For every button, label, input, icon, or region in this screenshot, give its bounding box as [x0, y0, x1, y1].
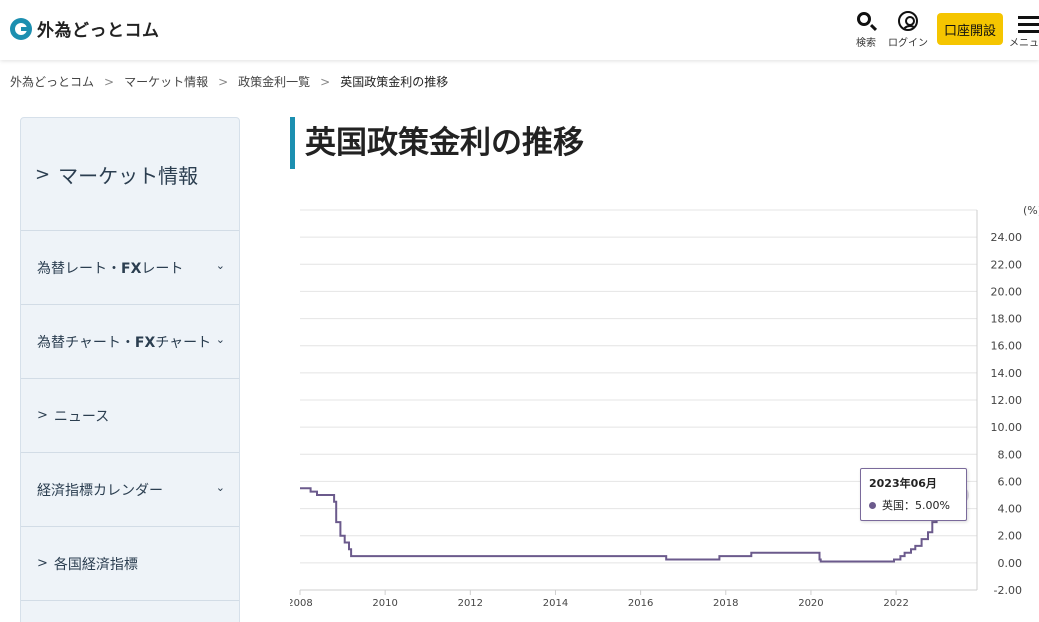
sidebar: > マーケット情報 為替レート・FXレート ⌄ 為替チャート・FXチャート ⌄ …: [20, 117, 240, 622]
y-tick-label: 24.00: [991, 231, 1023, 244]
sidebar-item-economic-indicators[interactable]: > 各国経済指標: [21, 527, 239, 601]
breadcrumb-current: 英国政策金利の推移: [340, 75, 449, 89]
login-button[interactable]: ログイン: [886, 10, 930, 49]
chart-tooltip: 2023年06月 英国：5.00%: [860, 468, 967, 521]
breadcrumb-market-info[interactable]: マーケット情報: [124, 73, 208, 90]
y-tick-label: 0.00: [998, 557, 1023, 570]
y-unit-label: (%): [1023, 204, 1039, 217]
chart-canvas: (%) 24.00 22.00 20.00 18.00 16.00 14.00 12.00 10…: [290, 204, 1039, 609]
chevron-right-icon: >: [37, 408, 48, 423]
sidebar-item-label: 為替チャート・FXチャート: [37, 334, 212, 351]
sidebar-item-fx-charts[interactable]: 為替チャート・FXチャート ⌄: [21, 305, 239, 379]
chevron-right-icon: >: [320, 74, 331, 89]
site-logo[interactable]: 外為どっとコム: [10, 16, 160, 41]
search-button[interactable]: 検索: [852, 10, 880, 49]
breadcrumb-policy-rates[interactable]: 政策金利一覧: [238, 73, 310, 90]
y-tick-label: 20.00: [991, 285, 1023, 298]
sidebar-heading-label: マーケット情報: [58, 163, 199, 188]
y-tick-label: -2.00: [994, 584, 1022, 597]
sidebar-item-fx-rates[interactable]: 為替レート・FXレート ⌄: [21, 231, 239, 305]
y-tick-label: 14.00: [991, 367, 1023, 380]
logo-mark-icon: [10, 17, 32, 40]
chevron-right-icon: >: [35, 163, 51, 185]
tooltip-value: 英国：5.00%: [882, 499, 950, 512]
y-tick-label: 6.00: [998, 475, 1023, 488]
x-tick-label: 2016: [628, 598, 653, 609]
y-tick-label: 18.00: [991, 313, 1023, 326]
y-tick-label: 8.00: [998, 448, 1023, 461]
breadcrumb: 外為どっとコム > マーケット情報 > 政策金利一覧 > 英国政策金利の推移: [10, 73, 448, 90]
x-tick-label: 2012: [458, 598, 483, 609]
x-tick-label: 2022: [883, 598, 908, 609]
site-header: 外為どっとコム 検索 ログイン 口座開設 メニュー: [0, 0, 1039, 60]
x-tick-label: 2008: [290, 598, 313, 609]
y-tick-label: 10.00: [991, 421, 1023, 434]
sidebar-heading[interactable]: > マーケット情報: [21, 118, 239, 231]
policy-rate-chart[interactable]: (%) 24.00 22.00 20.00 18.00 16.00 14.00 12.00 10…: [290, 196, 1039, 622]
chevron-right-icon: >: [104, 74, 115, 89]
chevron-down-icon: ⌄: [215, 333, 225, 346]
tooltip-date: 2023年06月: [869, 477, 937, 490]
x-tick-label: 2018: [713, 598, 738, 609]
y-tick-label: 2.00: [998, 530, 1023, 543]
sidebar-item-label: 為替レート・FXレート: [37, 260, 184, 277]
user-icon: [898, 11, 918, 31]
y-tick-label: 4.00: [998, 503, 1023, 516]
y-tick-label: 16.00: [991, 340, 1023, 353]
open-account-button[interactable]: 口座開設: [937, 13, 1003, 45]
x-tick-label: 2014: [543, 598, 568, 609]
chevron-right-icon: >: [218, 74, 229, 89]
search-label: 検索: [856, 38, 876, 49]
menu-button[interactable]: メニュー: [1009, 10, 1039, 49]
chevron-right-icon: >: [37, 556, 48, 571]
menu-label: メニュー: [1009, 38, 1039, 49]
chevron-down-icon: ⌄: [215, 259, 225, 272]
sidebar-item-label: 経済指標カレンダー: [37, 482, 163, 499]
chevron-down-icon: ⌄: [215, 481, 225, 494]
x-tick-label: 2020: [798, 598, 823, 609]
y-tick-label: 12.00: [991, 394, 1023, 407]
x-tick-label: 2010: [372, 598, 397, 609]
sidebar-item-label: ニュース: [53, 408, 110, 425]
logo-text: 外為どっとコム: [37, 21, 160, 41]
sidebar-item-economic-calendar[interactable]: 経済指標カレンダー ⌄: [21, 453, 239, 527]
sidebar-item-label: 各国経済指標: [53, 556, 138, 573]
hamburger-menu-icon: [1018, 16, 1039, 19]
login-label: ログイン: [888, 38, 928, 49]
page-title: 英国政策金利の推移: [290, 117, 584, 169]
series-marker-icon: [869, 501, 876, 509]
search-icon: [857, 12, 871, 26]
y-tick-label: 22.00: [991, 258, 1023, 271]
sidebar-item-news[interactable]: > ニュース: [21, 379, 239, 453]
breadcrumb-home[interactable]: 外為どっとコム: [10, 73, 94, 90]
